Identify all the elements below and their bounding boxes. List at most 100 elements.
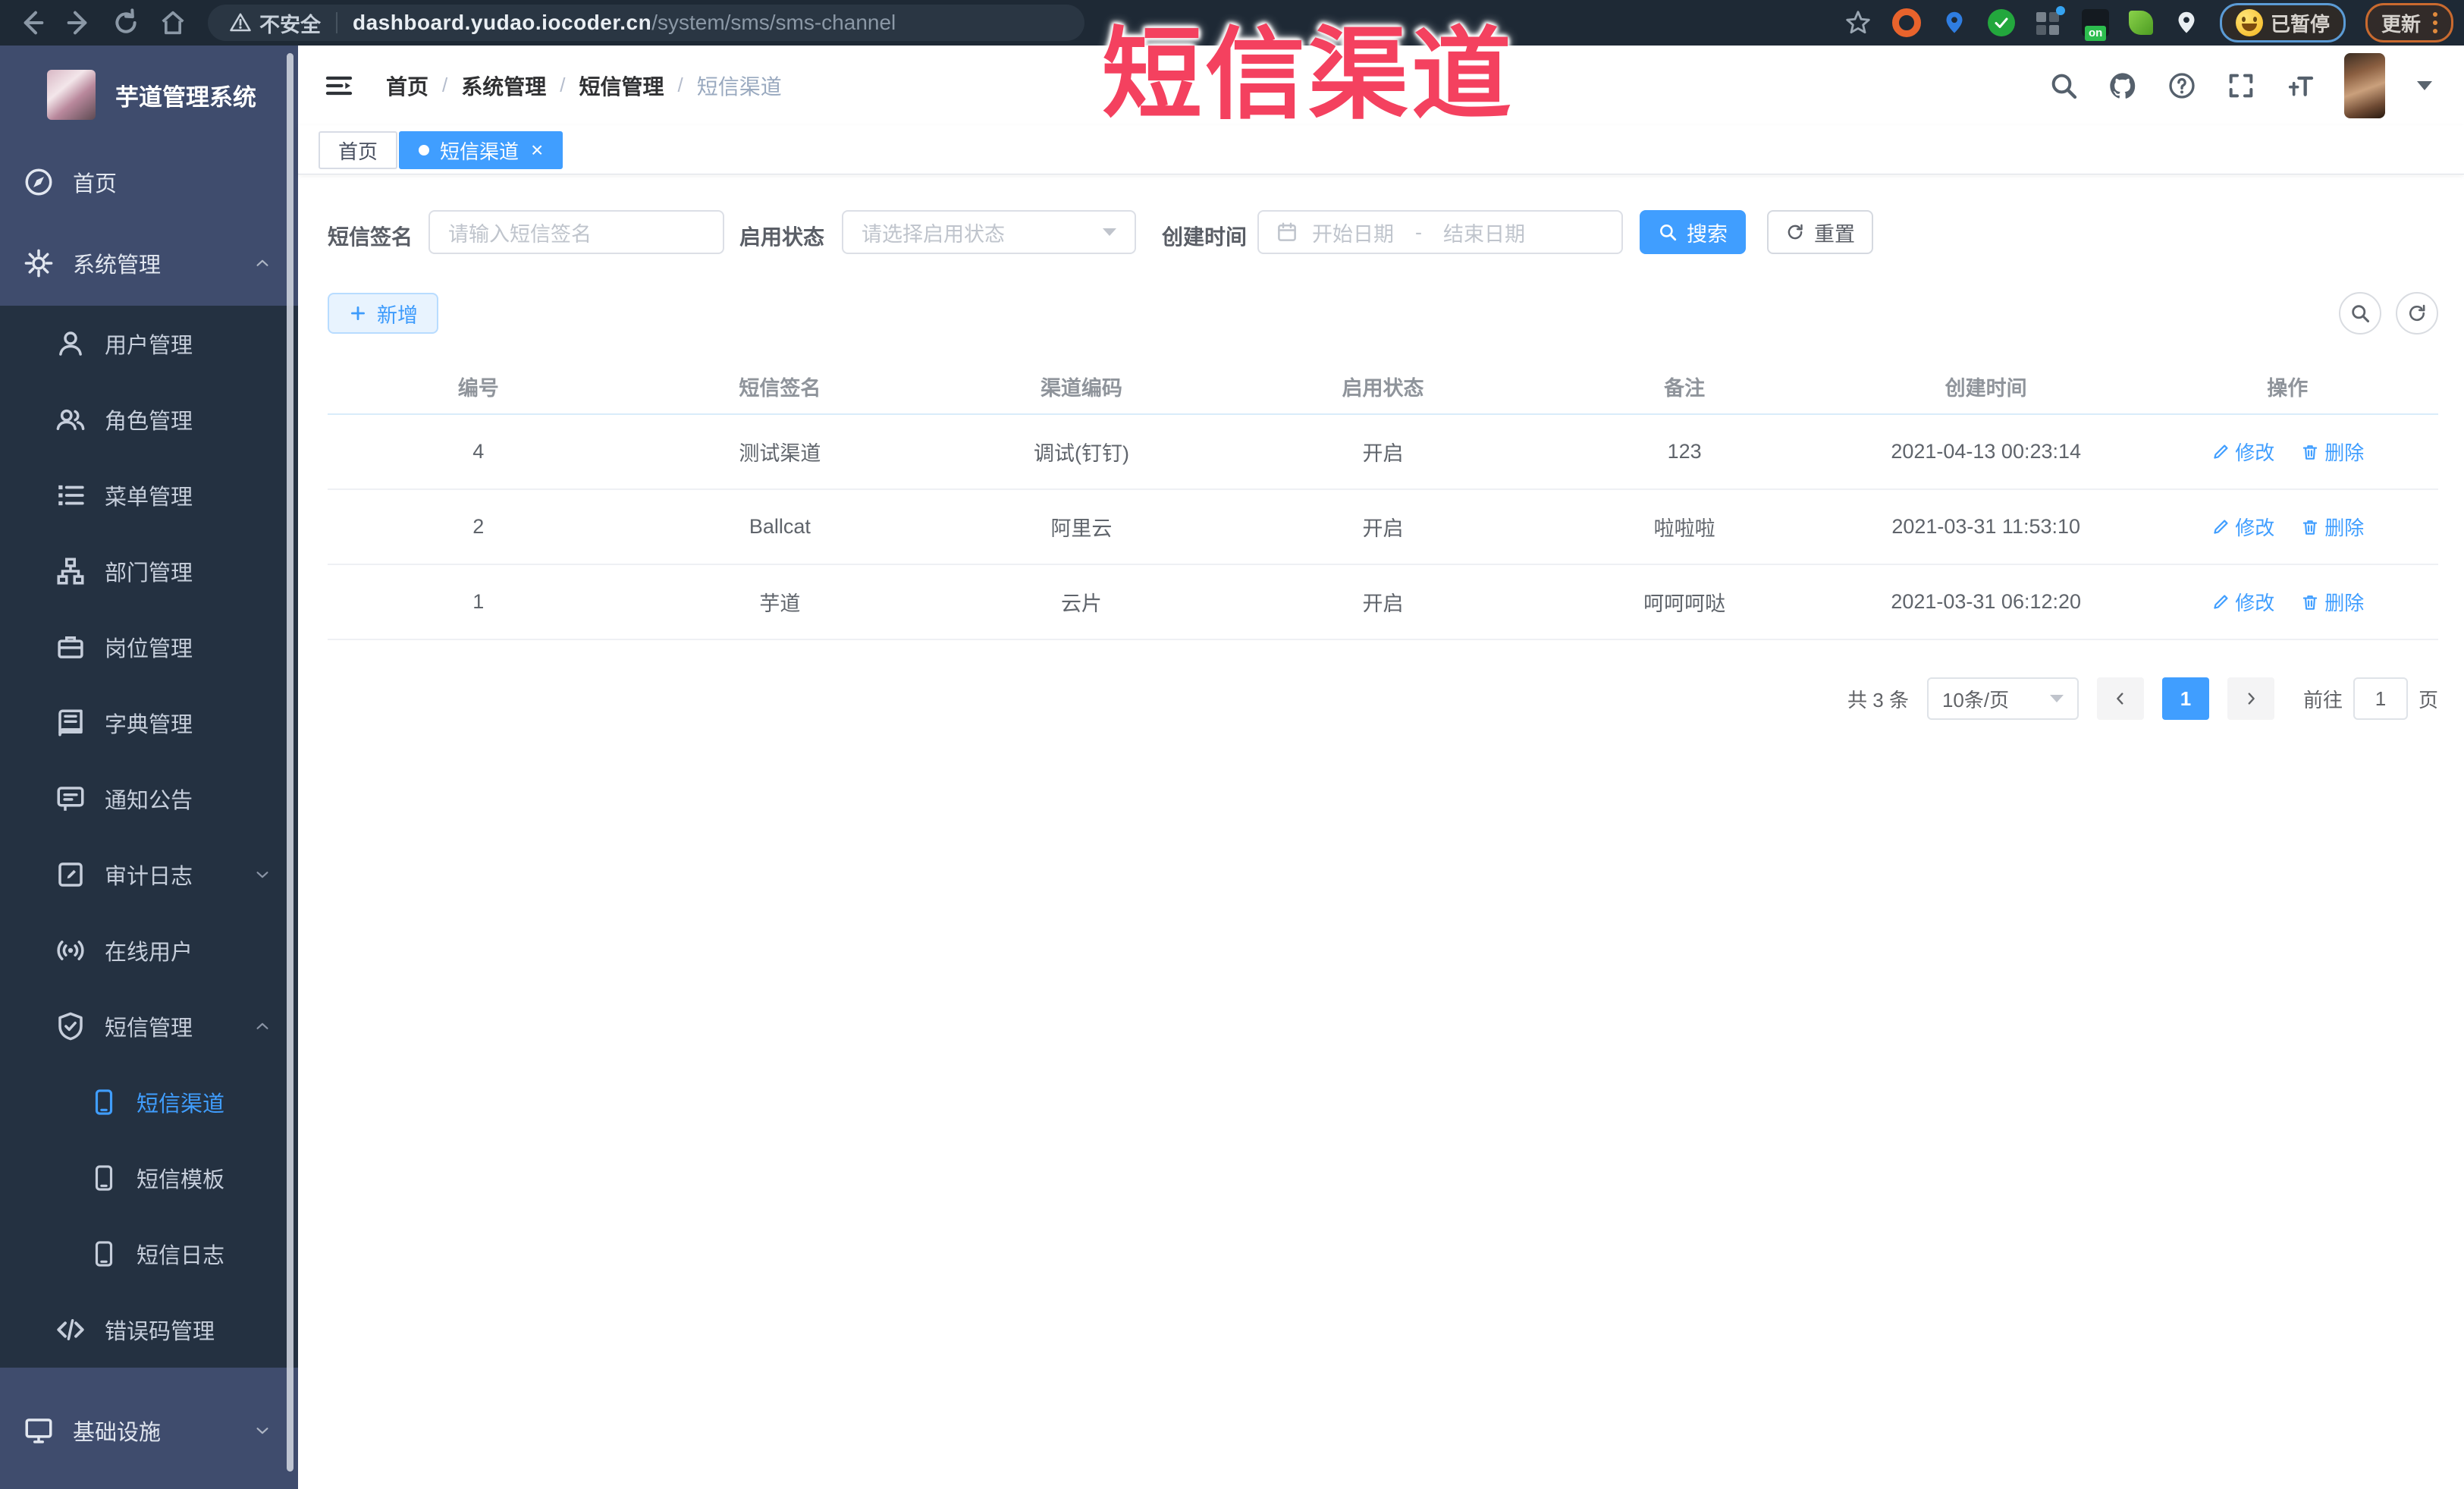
status-filter-select[interactable]: 请选择启用状态 — [842, 210, 1136, 254]
not-secure-warning-icon — [230, 13, 251, 32]
date-end-input[interactable]: 结束日期 — [1443, 218, 1525, 247]
delete-link[interactable]: 删除 — [2300, 513, 2364, 541]
sidebar-item-error-codes[interactable]: 错误码管理 — [0, 1292, 298, 1368]
goto-label: 前往 — [2302, 688, 2343, 712]
chevron-up-icon — [254, 1018, 271, 1035]
table-row: 1 芋道 云片 开启 呵呵呵哒 2021-03-31 06:12:20 修改 删… — [328, 565, 2438, 640]
tab-close-icon[interactable]: × — [531, 140, 543, 161]
sidebar-item-sms[interactable]: 短信管理 — [0, 988, 298, 1064]
chevron-left-icon — [2117, 693, 2123, 705]
sidebar-item-roles[interactable]: 角色管理 — [0, 382, 298, 457]
extension-orange-ring-icon[interactable] — [1891, 8, 1921, 37]
date-range-picker[interactable]: 开始日期 - 结束日期 — [1257, 210, 1623, 254]
browser-forward-icon[interactable] — [64, 8, 94, 38]
sidebar-item-users[interactable]: 用户管理 — [0, 306, 298, 382]
sidebar-item-sms-log[interactable]: 短信日志 — [0, 1216, 298, 1292]
active-tab-dot — [419, 145, 429, 155]
tab-sms-channel[interactable]: 短信渠道 × — [399, 131, 563, 169]
phone-icon — [95, 1165, 113, 1191]
bookmark-star-icon[interactable] — [1844, 8, 1872, 37]
breadcrumb-home[interactable]: 首页 — [386, 71, 428, 101]
status-value: 开启 — [1362, 517, 1404, 540]
delete-link[interactable]: 删除 — [2300, 438, 2364, 466]
sidebar-item-audit-log[interactable]: 审计日志 — [0, 837, 298, 913]
address-bar[interactable]: 不安全 dashboard.yudao.iocoder.cn/system/sm… — [208, 5, 1084, 41]
current-page-button[interactable]: 1 — [2161, 677, 2209, 720]
search-button[interactable]: 搜索 — [1640, 210, 1746, 254]
browser-back-icon[interactable] — [17, 8, 47, 38]
extension-grid-icon[interactable] — [2035, 6, 2065, 36]
sidebar-item-dictionary[interactable]: 字典管理 — [0, 685, 298, 761]
help-icon[interactable] — [2167, 71, 2197, 101]
delete-link[interactable]: 删除 — [2300, 588, 2364, 616]
sidebar-item-system[interactable]: 系统管理 — [0, 220, 298, 306]
col-status: 启用状态 — [1342, 376, 1424, 400]
breadcrumb-system[interactable]: 系统管理 — [461, 71, 546, 101]
browser-update-button[interactable]: 更新 — [2365, 3, 2453, 42]
edit-link[interactable]: 修改 — [2211, 513, 2274, 541]
avatar[interactable] — [2344, 52, 2385, 118]
extension-green-check-icon[interactable] — [1987, 9, 2015, 36]
hamburger-icon[interactable] — [322, 71, 356, 101]
status-value: 开启 — [1362, 442, 1404, 465]
github-icon[interactable] — [2108, 71, 2138, 101]
extension-leaf-icon[interactable] — [2128, 11, 2153, 35]
sidebar-item-sms-channel[interactable]: 短信渠道 — [0, 1064, 298, 1140]
sidebar-item-menus[interactable]: 菜单管理 — [0, 457, 298, 533]
phone-icon — [95, 1089, 113, 1115]
chevron-down-icon — [254, 1422, 271, 1439]
sidebar-item-announcements[interactable]: 通知公告 — [0, 761, 298, 837]
trash-icon — [2303, 595, 2318, 610]
date-start-input[interactable]: 开始日期 — [1312, 218, 1394, 247]
date-separator: - — [1415, 220, 1422, 243]
sidebar-item-online-users[interactable]: 在线用户 — [0, 913, 298, 988]
toggle-search-button[interactable] — [2339, 292, 2381, 335]
edit-link[interactable]: 修改 — [2211, 588, 2274, 616]
refresh-icon — [2409, 304, 2425, 322]
add-button[interactable]: 新增 — [328, 293, 438, 334]
select-caret-down-icon — [1103, 228, 1116, 236]
sidebar-item-home[interactable]: 首页 — [0, 144, 298, 220]
font-size-icon[interactable] — [2285, 71, 2315, 101]
header-actions — [2048, 46, 2432, 125]
security-label[interactable]: 不安全 — [259, 8, 321, 38]
sidebar-item-positions[interactable]: 岗位管理 — [0, 609, 298, 685]
sidebar-item-sms-template[interactable]: 短信模板 — [0, 1140, 298, 1216]
next-page-button[interactable] — [2227, 677, 2274, 720]
avatar-caret-down-icon[interactable] — [2417, 80, 2432, 90]
chat-bubble-icon — [57, 787, 84, 812]
select-caret-down-icon — [2049, 695, 2064, 702]
extension-map-pin-icon[interactable] — [1941, 9, 1968, 36]
search-icon[interactable] — [2048, 71, 2079, 101]
org-tree-icon — [57, 558, 84, 585]
reset-button[interactable]: 重置 — [1767, 210, 1873, 254]
extension-paused-pill[interactable]: 已暂停 — [2219, 3, 2346, 42]
calendar-icon — [1278, 222, 1296, 241]
page-size-select[interactable]: 10条/页 — [1926, 677, 2079, 720]
breadcrumb-sms[interactable]: 短信管理 — [579, 71, 664, 101]
edit-link[interactable]: 修改 — [2211, 438, 2274, 466]
extension-pin-white-icon[interactable] — [2173, 9, 2200, 36]
trash-icon — [2303, 520, 2318, 535]
sidebar-item-departments[interactable]: 部门管理 — [0, 533, 298, 609]
browser-home-icon[interactable] — [158, 8, 188, 38]
prev-page-button[interactable] — [2096, 677, 2144, 720]
browser-reload-icon[interactable] — [111, 8, 141, 38]
app-logo-row[interactable]: 芋道管理系统 — [0, 46, 298, 144]
refresh-table-button[interactable] — [2396, 292, 2438, 335]
sign-filter-input[interactable]: 请输入短信签名 — [428, 210, 724, 254]
search-icon — [2352, 305, 2370, 323]
fullscreen-icon[interactable] — [2226, 71, 2256, 101]
sidebar-item-infrastructure[interactable]: 基础设施 — [0, 1387, 298, 1473]
browser-menu-icon[interactable] — [2433, 12, 2437, 33]
sidebar-scrollbar[interactable] — [287, 53, 293, 1472]
goto-page-input[interactable]: 1 — [2353, 677, 2408, 720]
edit-icon — [2214, 444, 2228, 459]
col-sign: 短信签名 — [739, 376, 821, 400]
extension-dark-on-icon[interactable]: on — [2081, 9, 2109, 41]
sign-filter-label: 短信签名 — [328, 225, 413, 249]
annotation-title: 短信渠道 — [1102, 19, 1514, 130]
tab-home[interactable]: 首页 — [319, 131, 398, 169]
extension-on-badge: on — [2084, 26, 2107, 41]
col-actions: 操作 — [2267, 376, 2309, 400]
